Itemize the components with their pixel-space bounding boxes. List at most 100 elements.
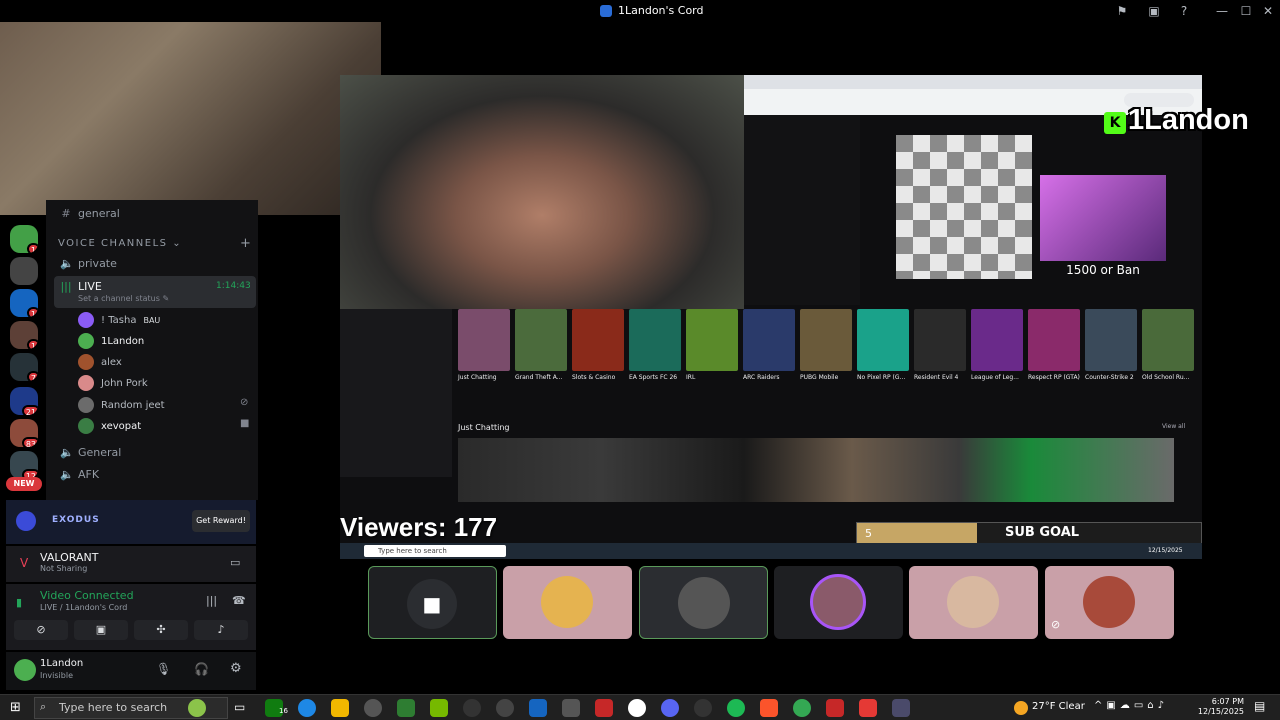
channel-general-partial[interactable]: # general (60, 207, 119, 220)
chess-caption: 1500 or Ban (1066, 263, 1140, 277)
share-screen-icon[interactable]: ▭ (230, 556, 240, 569)
cupcake-icon[interactable] (188, 699, 206, 717)
server-icon[interactable]: 1 (10, 225, 38, 253)
category-card[interactable] (1028, 309, 1080, 371)
new-badge[interactable]: NEW (6, 477, 42, 491)
category-card[interactable] (800, 309, 852, 371)
store-icon[interactable] (397, 699, 415, 717)
maximize-button[interactable]: ☐ (1238, 3, 1254, 19)
voice-channels-category[interactable]: VOICE CHANNELS ⌄ (58, 238, 182, 249)
media-player-icon[interactable] (496, 699, 514, 717)
chrome-icon[interactable] (793, 699, 811, 717)
app-icon[interactable] (463, 699, 481, 717)
microphone-icon[interactable]: 🎙 (156, 662, 171, 676)
spotify-icon[interactable] (727, 699, 745, 717)
camera-icon: ■ (240, 418, 250, 429)
exodus-logo-icon (16, 511, 36, 531)
headphones-icon[interactable]: 🎧 (194, 662, 209, 676)
minimize-button[interactable]: — (1214, 3, 1230, 19)
disconnect-icon[interactable]: ☎ (232, 594, 246, 607)
soundboard-button[interactable]: ♪ (194, 620, 248, 640)
help-icon[interactable]: ? (1176, 3, 1192, 19)
category-card[interactable] (572, 309, 624, 371)
start-icon[interactable]: ⊞ (10, 700, 21, 715)
voice-tile[interactable] (503, 566, 632, 639)
voice-user[interactable]: John Pork (78, 375, 148, 391)
channel-private[interactable]: 🔈 private (60, 257, 117, 270)
server-icon[interactable]: 12 (10, 451, 38, 479)
category-card[interactable] (1142, 309, 1194, 371)
category-card[interactable] (515, 309, 567, 371)
get-reward-button[interactable]: Get Reward! (192, 510, 250, 532)
category-card[interactable] (914, 309, 966, 371)
server-icon[interactable]: 1 (10, 321, 38, 349)
valorant-icon: V (20, 556, 29, 570)
voice-tile[interactable] (639, 566, 768, 639)
task-view-icon[interactable]: ▭ (234, 700, 245, 714)
app-icon[interactable] (364, 699, 382, 717)
edge-icon[interactable] (298, 699, 316, 717)
channel-general[interactable]: 🔈 General (60, 446, 121, 459)
calculator-icon[interactable] (529, 699, 547, 717)
brave-icon[interactable] (760, 699, 778, 717)
server-icon[interactable] (10, 257, 38, 285)
category-card[interactable] (971, 309, 1023, 371)
view-all-link[interactable]: View all (1162, 423, 1185, 430)
voice-tile[interactable] (774, 566, 903, 639)
voice-tile[interactable]: ⊘ (1045, 566, 1174, 639)
weather-text[interactable]: 27°F Clear (1032, 701, 1085, 712)
server-icon[interactable]: 7 (10, 353, 38, 381)
category-card[interactable] (686, 309, 738, 371)
valorant-taskbar-icon[interactable] (859, 699, 877, 717)
category-card[interactable] (743, 309, 795, 371)
roblox-icon[interactable] (595, 699, 613, 717)
live-timer: 1:14:43 (216, 281, 251, 291)
user-avatar[interactable] (14, 659, 36, 681)
system-tray-icons[interactable]: ^▣☁▭⌂♪ (1094, 700, 1168, 711)
category-card[interactable] (458, 309, 510, 371)
channel-afk[interactable]: 🔈 AFK (60, 468, 99, 481)
app-icon[interactable] (826, 699, 844, 717)
screen-share-button[interactable]: ▣ (74, 620, 128, 640)
clock-time[interactable]: 6:07 PM (1204, 697, 1244, 706)
avatar (1083, 576, 1135, 628)
add-channel-icon[interactable]: + (240, 236, 251, 251)
voice-tile[interactable] (909, 566, 1038, 639)
live-stream-thumbnails[interactable] (458, 438, 1174, 502)
voice-user[interactable]: xevopat (78, 418, 141, 434)
category-card[interactable] (857, 309, 909, 371)
noise-suppression-icon[interactable]: ||| (206, 594, 217, 607)
streamer-name-overlay: 1Landon (1128, 104, 1249, 136)
file-explorer-icon[interactable] (331, 699, 349, 717)
close-button[interactable]: ✕ (1260, 3, 1276, 19)
settings-gear-icon[interactable] (562, 699, 580, 717)
voice-user[interactable]: alex (78, 354, 122, 370)
notifications-icon[interactable]: ▤ (1254, 699, 1265, 713)
server-icon[interactable]: 83 (10, 419, 38, 447)
clock-date[interactable]: 12/15/2025 (1196, 707, 1244, 716)
activity-game: VALORANT (40, 551, 99, 564)
settings-icon[interactable]: ⚙ (230, 661, 242, 676)
obs-icon[interactable] (694, 699, 712, 717)
voice-tile-camera[interactable]: ■ (368, 566, 497, 639)
channel-status-prompt[interactable]: Set a channel status ✎ (78, 294, 169, 303)
screen: 1Landon's Cord ⚑ ▣ ? — ☐ ✕ 1 1 1 7 21 83… (0, 0, 1280, 720)
signal-icon[interactable]: ▮ (16, 596, 22, 609)
category-card[interactable] (1085, 309, 1137, 371)
server-icon[interactable]: 1 (10, 289, 38, 317)
category-card[interactable] (629, 309, 681, 371)
app-icon[interactable] (892, 699, 910, 717)
voice-user[interactable]: Random jeet (78, 397, 165, 413)
github-icon[interactable] (628, 699, 646, 717)
nvidia-icon[interactable] (430, 699, 448, 717)
camera-off-button[interactable]: ⊘ (14, 620, 68, 640)
discord-icon[interactable] (661, 699, 679, 717)
activities-button[interactable]: ✣ (134, 620, 188, 640)
speaker-icon: 🔈 (60, 446, 74, 459)
stream-taskbar: Type here to search 12/15/2025 (340, 543, 1202, 559)
screen-icon[interactable]: ▣ (1146, 3, 1162, 19)
voice-user[interactable]: 1Landon (78, 333, 144, 349)
server-icon[interactable]: 21 (10, 387, 38, 415)
voice-user[interactable]: ! Tasha BAU (78, 312, 160, 328)
inbox-icon[interactable]: ⚑ (1114, 3, 1130, 19)
